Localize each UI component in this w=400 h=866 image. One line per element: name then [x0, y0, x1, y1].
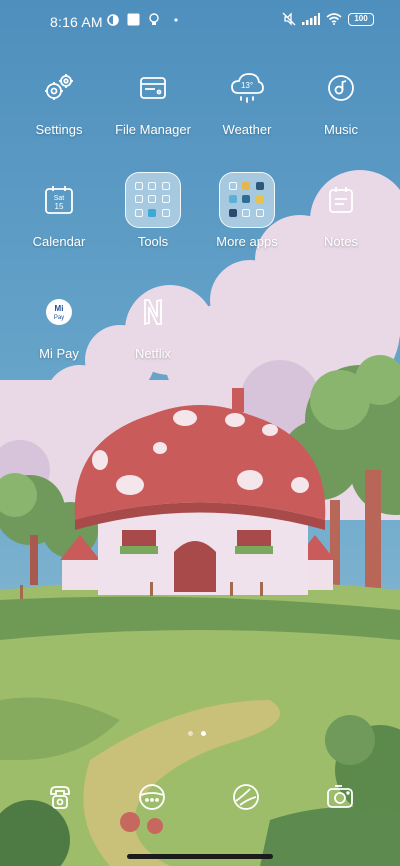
mipay-logo: Mi Pay [46, 299, 72, 325]
camera-icon [327, 785, 353, 808]
wifi-icon [326, 13, 342, 25]
app-label: Settings [35, 122, 83, 137]
status-bar: 8:16 AM 100 [0, 0, 400, 44]
notes-icon [313, 172, 369, 228]
app-label: Weather [222, 122, 272, 137]
app-notes[interactable]: Notes [293, 172, 389, 249]
app-label: Mi Pay [39, 346, 79, 361]
app-label: Calendar [32, 234, 86, 249]
page-dot[interactable] [188, 731, 193, 736]
netflix-icon [125, 284, 181, 340]
folder-card-icon [125, 60, 181, 116]
dock-messages[interactable] [132, 777, 172, 817]
calendar-day: Sat [54, 195, 65, 202]
svg-text:Mi: Mi [55, 304, 64, 313]
home-indicator[interactable] [127, 854, 273, 859]
bulb-icon [149, 13, 159, 25]
dock-browser[interactable] [226, 777, 266, 817]
app-calendar[interactable]: Sat 15 Calendar [11, 172, 107, 249]
app-label: Netflix [134, 346, 172, 361]
calendar-icon: Sat 15 [31, 172, 87, 228]
app-label: Music [324, 122, 358, 137]
app-label: Tools [137, 234, 169, 249]
app-settings[interactable]: Settings [11, 60, 107, 137]
messages-icon [139, 784, 165, 810]
square-notification-icon [127, 13, 140, 26]
cloud-rain-icon: 13° [219, 60, 275, 116]
vpn-icon [107, 13, 119, 26]
app-mi-pay[interactable]: Mi Pay Mi Pay [11, 284, 107, 361]
dot-icon [174, 17, 178, 22]
page-indicator [188, 731, 206, 736]
signal-icon [302, 13, 320, 25]
dock-phone[interactable] [40, 777, 80, 817]
folder-icon [219, 172, 275, 228]
mute-icon [282, 12, 296, 26]
gears-icon [31, 60, 87, 116]
folder-more-apps[interactable]: More apps [199, 172, 295, 249]
app-music[interactable]: Music [293, 60, 389, 137]
folder-tools[interactable]: Tools [105, 172, 201, 249]
app-weather[interactable]: 13° Weather [199, 60, 295, 137]
browser-icon [233, 784, 259, 810]
app-netflix[interactable]: Netflix [105, 284, 201, 361]
app-label: File Manager [115, 122, 191, 137]
weather-temp: 13° [241, 81, 253, 90]
app-file-manager[interactable]: File Manager [105, 60, 201, 137]
record-icon [313, 60, 369, 116]
battery-icon: 100 [348, 12, 374, 26]
app-label: More apps [216, 234, 278, 249]
calendar-date: 15 [55, 202, 64, 211]
dock-camera[interactable] [320, 777, 360, 817]
phone-icon [50, 786, 70, 809]
status-time: 8:16 AM [50, 14, 103, 30]
app-label: Notes [324, 234, 358, 249]
page-dot-active[interactable] [201, 731, 206, 736]
folder-icon [125, 172, 181, 228]
svg-text:Pay: Pay [54, 315, 64, 321]
mipay-icon: Mi Pay [31, 284, 87, 340]
